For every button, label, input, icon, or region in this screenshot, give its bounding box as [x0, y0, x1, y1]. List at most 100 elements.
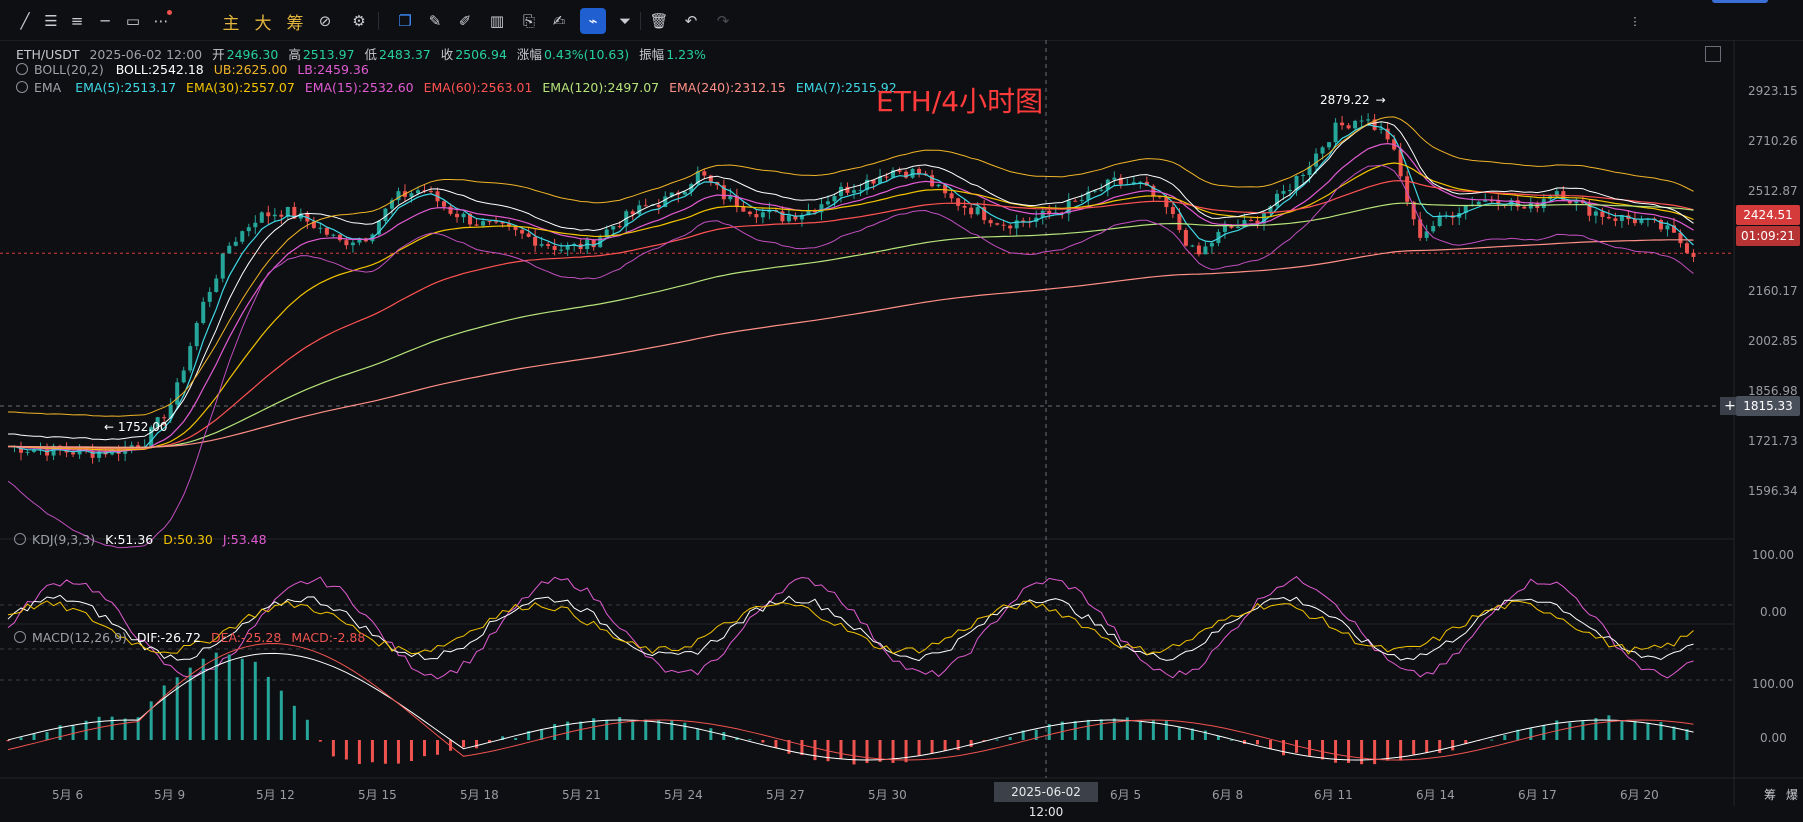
candle-body: [1327, 142, 1332, 148]
boll-lb: LB:2459.36: [297, 62, 369, 77]
bell-icon[interactable]: [16, 63, 28, 75]
candle-body: [350, 242, 355, 246]
main-indicator-button[interactable]: 主: [218, 8, 244, 34]
macd-bar: [917, 740, 921, 756]
ema15-line: [8, 142, 1694, 453]
trash-icon[interactable]: 🗑: [646, 8, 672, 34]
candle-body: [1353, 120, 1358, 129]
line-tool-icon[interactable]: ╱: [12, 8, 38, 34]
hline-tool-icon[interactable]: ☰: [38, 8, 64, 34]
bars-icon[interactable]: ▥: [484, 8, 510, 34]
boll-legend: BOLL(20,2) BOLL:2542.18 UB:2625.00 LB:24…: [16, 62, 375, 77]
kdj-tick: 0.00: [1760, 605, 1787, 619]
ema-legend: EMA EMA(5):2513.17 EMA(30):2557.07 EMA(1…: [16, 80, 903, 95]
candle-body: [1379, 128, 1384, 130]
copy-icon[interactable]: ❐: [392, 8, 418, 34]
time-tick: 6月 17: [1518, 788, 1557, 802]
macd-bar: [45, 732, 49, 740]
macd-bar: [188, 667, 192, 740]
candle-body: [344, 240, 349, 246]
hray-tool-icon[interactable]: ─: [92, 8, 118, 34]
ohlc-header: ETH/USDT 2025-06-02 12:00 开 2496.30 高 2513…: [16, 47, 706, 62]
menu-tool-icon[interactable]: ≡: [64, 8, 90, 34]
macd-bar: [1373, 740, 1377, 765]
time-tick: 6月 11: [1314, 788, 1353, 802]
candle-body: [988, 220, 993, 224]
macd-dif: DIF:-26.72: [136, 630, 201, 645]
fullscreen-icon[interactable]: [1705, 46, 1721, 62]
candle-body: [845, 186, 850, 193]
macd-bar: [1542, 725, 1546, 740]
chart-title: ETH/4小时图: [876, 85, 1044, 118]
time-tick: 6月 5: [1110, 788, 1142, 802]
macd-bar: [1672, 726, 1676, 740]
macd-legend: MACD(12,26,9) DIF:-26.72 DEA:-25.28 MACD…: [14, 630, 371, 645]
macd-bar: [383, 740, 387, 764]
price-tick: 1596.34: [1748, 484, 1798, 498]
filter-icon[interactable]: ⏷: [612, 8, 638, 34]
boll-value: BOLL:2542.18: [115, 62, 204, 77]
time-tick: 5月 30: [868, 788, 907, 802]
candle-body: [1437, 215, 1442, 226]
panel-tab-indicator[interactable]: [1712, 0, 1768, 3]
clip-icon[interactable]: ⎘: [516, 8, 542, 34]
liquidation-corner-button[interactable]: 爆: [1786, 786, 1798, 803]
kdj-k: K:51.36: [105, 532, 154, 547]
macd-bar: [475, 740, 479, 749]
crosshair-price-tag: 1815.33: [1736, 396, 1800, 416]
chips-button[interactable]: 筹: [282, 8, 308, 34]
note-icon[interactable]: ✍: [546, 8, 572, 34]
price-chart[interactable]: [0, 40, 1803, 806]
undo-icon[interactable]: ↶: [678, 8, 704, 34]
compare-icon[interactable]: ⊘: [312, 8, 338, 34]
ema5-line: [8, 123, 1694, 454]
candle-body: [559, 249, 564, 251]
macd-bar: [579, 721, 583, 740]
bell-icon[interactable]: [14, 631, 26, 643]
ema120: EMA(120):2497.07: [542, 80, 660, 95]
options-icon[interactable]: ⋮: [1622, 8, 1648, 34]
candle-body: [682, 191, 687, 195]
kdj-name: KDJ(9,3,3): [32, 532, 96, 547]
magnet-icon[interactable]: ⌁: [580, 8, 606, 34]
redo-icon[interactable]: ↷: [710, 8, 736, 34]
countdown-tag: 01:09:21: [1736, 226, 1800, 246]
candle-body: [1366, 119, 1371, 121]
macd-bar: [279, 690, 283, 740]
candle-body: [455, 213, 460, 218]
candle-body: [825, 201, 830, 205]
price-tick: 1721.73: [1748, 434, 1798, 448]
candle-body: [786, 215, 791, 222]
big-button[interactable]: 大: [250, 8, 276, 34]
bell-icon[interactable]: [16, 81, 28, 93]
candle-body: [552, 245, 557, 250]
more-tool-icon[interactable]: ⋯: [148, 8, 174, 34]
macd-bar: [462, 740, 466, 748]
candle-body: [539, 244, 544, 246]
candle-body: [461, 213, 466, 218]
candle-body: [337, 234, 342, 241]
candle-body: [741, 207, 746, 212]
candle-body: [1333, 122, 1338, 143]
settings-icon[interactable]: ⚙: [346, 8, 372, 34]
rect-tool-icon[interactable]: ▭: [120, 8, 146, 34]
candle-body: [1170, 207, 1175, 215]
chips-corner-button[interactable]: 筹: [1764, 786, 1776, 803]
ema30-line: [8, 162, 1694, 451]
macd-bar: [657, 720, 661, 740]
candle-body: [1177, 214, 1182, 231]
macd-bar: [123, 718, 127, 740]
candle-body: [474, 224, 479, 226]
macd-bar: [1438, 740, 1442, 753]
macd-bar: [396, 740, 400, 764]
candle-body: [852, 190, 856, 193]
bell-icon[interactable]: [14, 533, 26, 545]
macd-bar: [683, 722, 687, 740]
time-tick: 5月 24: [664, 788, 703, 802]
kdj-tick: 100.00: [1752, 548, 1794, 562]
ruler-icon[interactable]: ✎: [422, 8, 448, 34]
macd-bar: [253, 661, 257, 740]
brush-icon[interactable]: ✐: [452, 8, 478, 34]
ema120-line: [8, 202, 1694, 449]
change-value: 0.43%(10.63): [543, 47, 630, 62]
